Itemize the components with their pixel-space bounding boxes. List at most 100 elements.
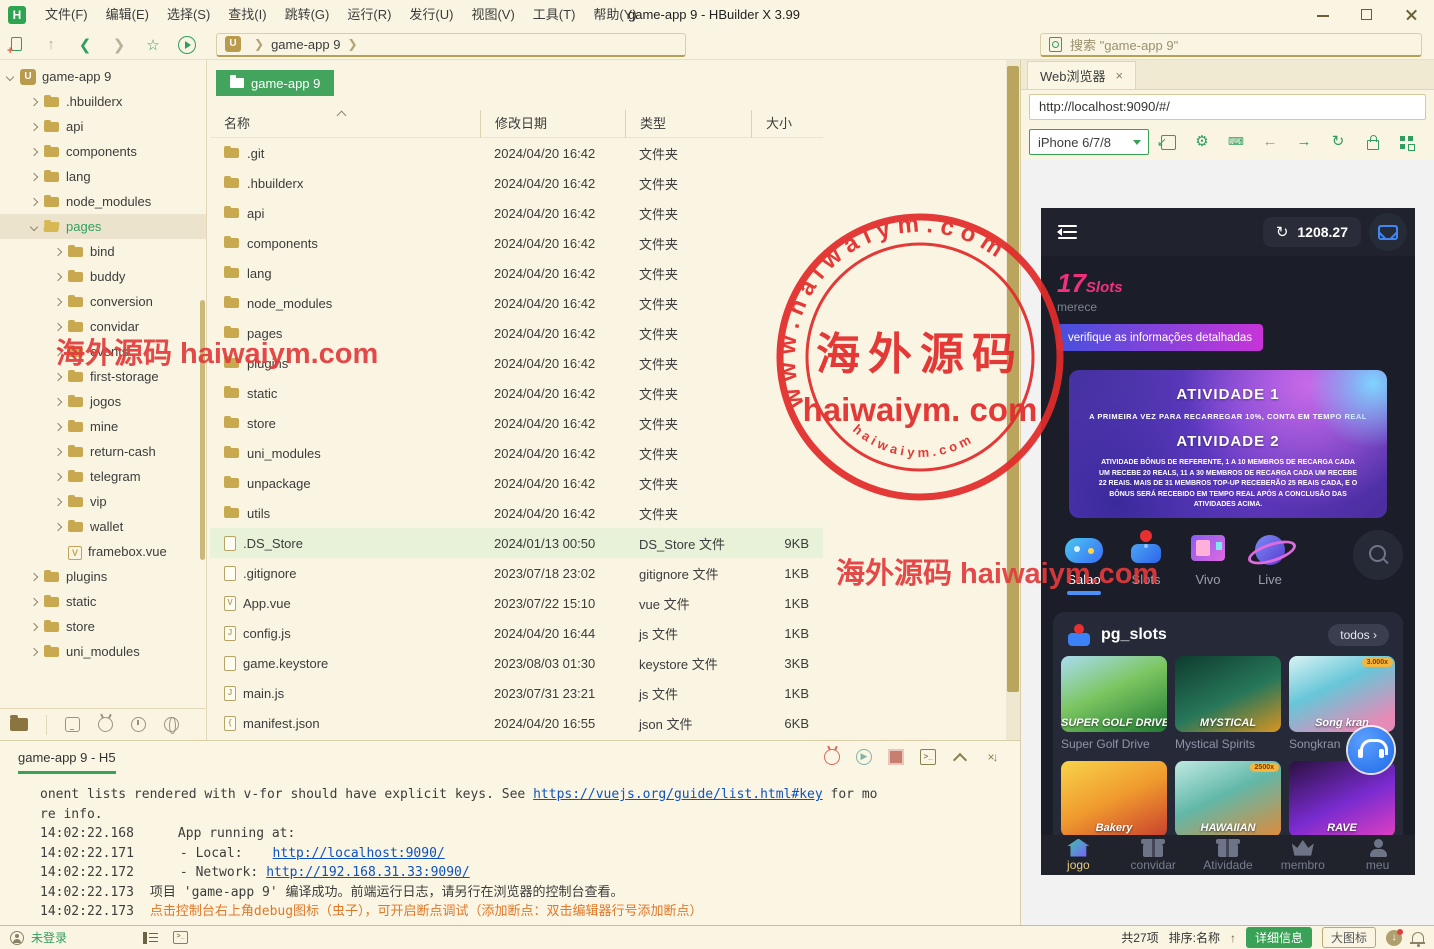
nav-item[interactable]: membro <box>1265 839 1340 872</box>
nav-item[interactable]: convidar <box>1116 839 1191 872</box>
run-icon[interactable] <box>178 36 196 54</box>
file-panel-tab[interactable]: game-app 9 <box>216 70 334 96</box>
sort-label[interactable]: 排序:名称 <box>1169 929 1220 946</box>
tree-item[interactable]: wallet <box>0 514 206 539</box>
search-icon[interactable] <box>1353 530 1403 580</box>
chevron-icon[interactable] <box>50 299 66 305</box>
debug-bug-icon[interactable] <box>824 749 840 765</box>
close-button[interactable] <box>1390 0 1434 30</box>
tree-item[interactable]: return-cash <box>0 439 206 464</box>
clear-console-icon[interactable] <box>984 749 1000 765</box>
table-row[interactable]: manifest.json 2024/04/20 16:55 json 文件 6… <box>210 708 823 738</box>
qrcode-icon[interactable] <box>1391 129 1421 155</box>
promo-details-button[interactable]: verifique as informações detalhadas <box>1057 324 1263 351</box>
game-card[interactable]: SUPER GOLF DRIVE Super Golf Drive <box>1061 656 1167 751</box>
tree-item[interactable]: plugins <box>0 564 206 589</box>
table-row[interactable]: store 2024/04/20 16:42 文件夹 <box>210 408 823 438</box>
breadcrumb-project[interactable]: game-app 9 <box>271 37 340 52</box>
tree-item[interactable]: buddy <box>0 264 206 289</box>
menu-item[interactable]: 文件(F) <box>36 0 97 30</box>
console-icon[interactable]: ⌨ <box>1221 129 1251 155</box>
tree-item[interactable]: node_modules <box>0 189 206 214</box>
tab-web-browser[interactable]: Web浏览器 × <box>1027 61 1136 89</box>
chevron-icon[interactable] <box>26 149 42 155</box>
download-icon[interactable]: ↓ <box>1386 930 1402 946</box>
chevron-icon[interactable] <box>50 474 66 480</box>
chevron-icon[interactable] <box>50 399 66 405</box>
tree-item[interactable]: vip <box>0 489 206 514</box>
new-terminal-icon[interactable] <box>920 749 936 765</box>
forward-icon[interactable]: ❯ <box>102 36 136 54</box>
menu-item[interactable]: 发行(U) <box>400 0 462 30</box>
game-card[interactable]: 2500x HAWAIIAN <box>1175 761 1281 842</box>
local-url-link[interactable]: http://localhost:9090/ <box>273 846 445 861</box>
chevron-icon[interactable] <box>50 349 66 355</box>
restart-icon[interactable] <box>856 749 872 765</box>
column-name[interactable]: 名称 <box>210 110 480 138</box>
table-row[interactable]: lang 2024/04/20 16:42 文件夹 <box>210 258 823 288</box>
tree-item[interactable]: telegram <box>0 464 206 489</box>
menu-item[interactable]: 视图(V) <box>462 0 523 30</box>
user-icon[interactable] <box>10 931 24 945</box>
game-card-art[interactable]: Bakery <box>1061 761 1167 837</box>
tree-item[interactable]: framebox.vue <box>0 539 206 564</box>
sidebar-scrollbar[interactable] <box>200 300 205 560</box>
menu-item[interactable]: 选择(S) <box>158 0 219 30</box>
game-card-art[interactable]: SUPER GOLF DRIVE <box>1061 656 1167 732</box>
chevron-icon[interactable] <box>50 374 66 380</box>
table-row[interactable]: config.js 2024/04/20 16:44 js 文件 1KB <box>210 618 823 648</box>
table-row[interactable]: pages 2024/04/20 16:42 文件夹 <box>210 318 823 348</box>
game-card-art[interactable]: 3.000x Song kran <box>1289 656 1395 732</box>
tree-item[interactable]: api <box>0 114 206 139</box>
tree-item[interactable]: store <box>0 614 206 639</box>
nav-item[interactable]: meu <box>1340 839 1415 872</box>
chevron-icon[interactable] <box>26 624 42 630</box>
tree-item[interactable]: pages <box>0 214 206 239</box>
tree-item[interactable]: static <box>0 589 206 614</box>
game-card[interactable]: RAVE <box>1289 761 1395 842</box>
tree-item[interactable]: uni_modules <box>0 639 206 664</box>
table-row[interactable]: utils 2024/04/20 16:42 文件夹 <box>210 498 823 528</box>
chevron-icon[interactable] <box>26 224 42 230</box>
tree-item[interactable]: conversion <box>0 289 206 314</box>
nav-item[interactable]: Atividade <box>1191 839 1266 872</box>
customer-service-button[interactable] <box>1348 727 1394 773</box>
tree-item[interactable]: mine <box>0 414 206 439</box>
minimize-button[interactable] <box>1302 0 1346 30</box>
globe-icon[interactable] <box>164 717 179 732</box>
chevron-icon[interactable] <box>26 574 42 580</box>
list-view-icon[interactable] <box>143 932 157 944</box>
detail-view-button[interactable]: 详细信息 <box>1246 927 1312 948</box>
activity-banner[interactable]: ATIVIDADE 1 A PRIMEIRA VEZ PARA RECARREG… <box>1069 370 1387 518</box>
chevron-icon[interactable] <box>50 324 66 330</box>
chevron-icon[interactable] <box>50 524 66 530</box>
file-list-scrollbar[interactable] <box>1006 60 1020 740</box>
collapse-icon[interactable] <box>952 749 968 765</box>
game-card-art[interactable]: RAVE <box>1289 761 1395 837</box>
balance-pill[interactable]: ↻ 1208.27 <box>1263 217 1361 247</box>
game-card[interactable]: Bakery <box>1061 761 1167 842</box>
table-row[interactable]: .DS_Store 2024/01/13 00:50 DS_Store 文件 9… <box>210 528 823 558</box>
table-row[interactable]: game.keystore 2023/08/03 01:30 keystore … <box>210 648 823 678</box>
menu-item[interactable]: 查找(I) <box>219 0 275 30</box>
table-row[interactable]: components 2024/04/20 16:42 文件夹 <box>210 228 823 258</box>
category-tab[interactable]: Live <box>1239 530 1301 587</box>
tree-item[interactable]: game-app 9 <box>0 64 206 89</box>
network-url-link[interactable]: http://192.168.31.33:9090/ <box>266 865 470 880</box>
tree-item[interactable]: jogos <box>0 389 206 414</box>
chevron-icon[interactable] <box>50 499 66 505</box>
tree-item[interactable]: bind <box>0 239 206 264</box>
table-row[interactable]: static 2024/04/20 16:42 文件夹 <box>210 378 823 408</box>
tree-item[interactable]: convidar <box>0 314 206 339</box>
device-select[interactable]: iPhone 6/7/8 <box>1029 129 1149 155</box>
up-icon[interactable]: ↑ <box>34 36 68 53</box>
menu-item[interactable]: 跳转(G) <box>276 0 339 30</box>
category-tab[interactable]: Slots <box>1115 530 1177 587</box>
folders-icon[interactable] <box>10 718 28 731</box>
chevron-icon[interactable] <box>26 199 42 205</box>
category-tab[interactable]: Vivo <box>1177 530 1239 587</box>
column-size[interactable]: 大小 <box>751 110 823 138</box>
chevron-icon[interactable] <box>26 174 42 180</box>
terminal-icon[interactable] <box>173 931 188 944</box>
table-row[interactable]: main.js 2023/07/31 23:21 js 文件 1KB <box>210 678 823 708</box>
